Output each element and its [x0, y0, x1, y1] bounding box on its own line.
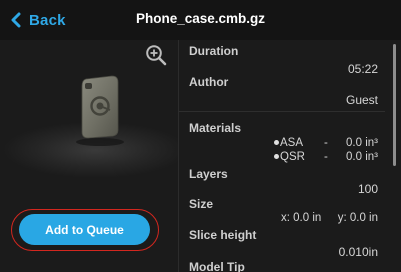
job-details-panel[interactable]: Duration 05:22 Author Guest Materials AS… — [179, 40, 385, 272]
size-x-value: x: 0.0 in — [281, 212, 322, 224]
size-label: Size — [189, 197, 214, 211]
materials-label: Materials — [189, 121, 242, 135]
header-bar: Back Phone_case.cmb.gz — [0, 0, 401, 40]
slice-height-value: 0.010in — [338, 245, 378, 259]
page-title: Phone_case.cmb.gz — [135, 11, 266, 26]
duration-label: Duration — [189, 44, 239, 58]
duration-value: 05:22 — [347, 62, 378, 76]
material-dash: - — [324, 151, 328, 163]
layers-label: Layers — [189, 167, 228, 181]
bullet-icon — [274, 154, 279, 159]
section-divider — [179, 111, 385, 112]
add-to-queue-button[interactable]: Add to Queue — [19, 214, 150, 245]
layers-value: 100 — [357, 182, 378, 196]
material-row-asa: ASA - 0.0 in³ — [179, 137, 385, 150]
size-y-value: y: 0.0 in — [337, 212, 378, 224]
material-name: QSR — [280, 151, 305, 163]
model-tip-label: Model Tip — [189, 260, 245, 272]
job-details-screen: Back Phone_case.cmb.gz Add to Queue Dura… — [0, 0, 401, 272]
slice-height-label: Slice height — [189, 228, 257, 242]
bullet-icon — [274, 140, 279, 145]
scrollbar-thumb[interactable] — [393, 44, 396, 166]
author-label: Author — [189, 75, 229, 89]
material-volume: 0.0 in³ — [346, 137, 378, 149]
model-preview[interactable] — [0, 62, 178, 182]
material-dash: - — [324, 137, 328, 149]
material-name: ASA — [280, 137, 304, 149]
material-volume: 0.0 in³ — [346, 151, 378, 163]
material-row-qsr: QSR - 0.0 in³ — [179, 151, 385, 164]
author-value: Guest — [345, 93, 378, 107]
